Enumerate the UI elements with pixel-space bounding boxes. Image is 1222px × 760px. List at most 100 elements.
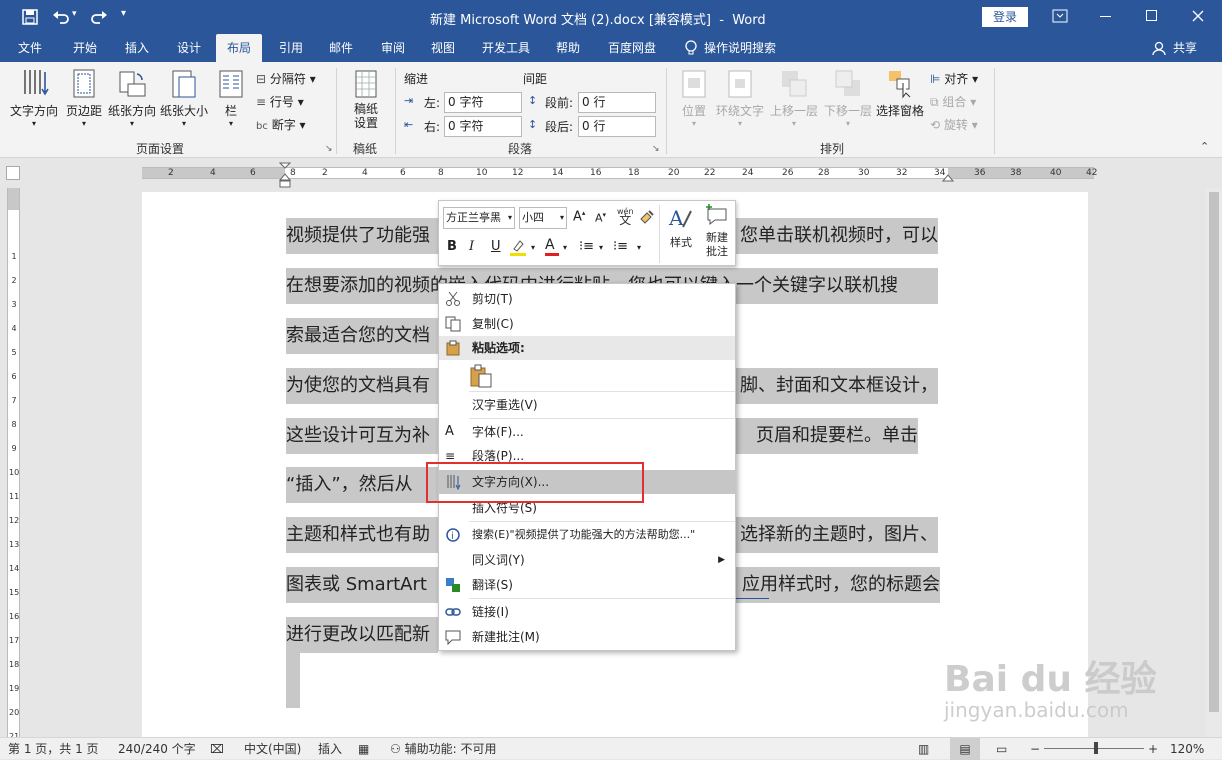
line-numbers-button[interactable]: ≡ 行号 ▾ xyxy=(256,91,304,113)
undo-icon[interactable] xyxy=(52,9,70,25)
bullets-dropdown-icon[interactable]: ▾ xyxy=(599,243,603,252)
vertical-scrollbar[interactable] xyxy=(1206,188,1222,737)
font-color-button[interactable]: A xyxy=(545,237,559,256)
bullets-icon[interactable]: ⁝≡ xyxy=(579,239,594,254)
tab-mailings[interactable]: 邮件 xyxy=(318,34,364,62)
login-button[interactable]: 登录 xyxy=(982,7,1028,27)
document-line[interactable]: “插入”，然后从 xyxy=(286,467,438,503)
selection-pane-button[interactable]: 选择窗格 xyxy=(874,66,926,132)
columns-button[interactable]: 栏 ▾ xyxy=(214,66,248,132)
tab-help[interactable]: 帮助 xyxy=(546,34,590,62)
share-button[interactable]: 共享 xyxy=(1170,34,1200,62)
zoom-in-icon[interactable]: + xyxy=(1148,738,1158,760)
highlight-dropdown-icon[interactable]: ▾ xyxy=(531,243,535,252)
format-painter-icon[interactable] xyxy=(639,209,655,225)
menu-item-translate[interactable]: 翻译(S) xyxy=(439,573,735,597)
document-line[interactable]: 索最适合您的文档 xyxy=(286,318,438,354)
align-button[interactable]: ⊫ 对齐 ▾ xyxy=(930,68,978,90)
menu-item-new-comment[interactable]: 新建批注(M) xyxy=(439,625,735,649)
font-name-select[interactable]: 方正兰亭黑 ▾ xyxy=(443,207,515,229)
bring-forward-button[interactable]: 上移一层 ▾ xyxy=(768,66,820,132)
numbering-dropdown-icon[interactable]: ▾ xyxy=(637,243,641,252)
font-size-select[interactable]: 小四 ▾ xyxy=(519,207,567,229)
ribbon-display-options-icon[interactable] xyxy=(1052,9,1068,23)
margins-button[interactable]: 页边距 ▾ xyxy=(62,66,106,132)
read-mode-icon[interactable]: ▥ xyxy=(918,738,929,760)
tab-layout[interactable]: 布局 xyxy=(216,34,262,62)
tab-insert[interactable]: 插入 xyxy=(114,34,160,62)
word-count[interactable]: 240/240 个字 xyxy=(118,738,196,760)
tab-developer[interactable]: 开发工具 xyxy=(474,34,538,62)
font-color-dropdown-icon[interactable]: ▾ xyxy=(563,243,567,252)
highlight-icon[interactable] xyxy=(509,239,527,257)
maximize-icon[interactable] xyxy=(1146,10,1157,21)
insert-mode[interactable]: 插入 xyxy=(318,738,342,760)
zoom-out-icon[interactable]: − xyxy=(1030,738,1040,760)
menu-item-search[interactable]: i 搜索(E)"视频提供了功能强大的方法帮助您..." xyxy=(439,523,735,547)
numbering-icon[interactable]: ⁝≡ xyxy=(613,239,628,254)
group-button[interactable]: ⧉ 组合 ▾ xyxy=(930,91,976,113)
size-button[interactable]: 纸张大小 ▾ xyxy=(158,66,210,132)
text-direction-button[interactable]: 文字方向 ▾ xyxy=(8,66,60,132)
tab-review[interactable]: 审阅 xyxy=(370,34,416,62)
menu-item-synonyms[interactable]: 同义词(Y) ▶ xyxy=(439,548,735,572)
wrap-text-button[interactable]: 环绕文字 ▾ xyxy=(714,66,766,132)
tab-home[interactable]: 开始 xyxy=(62,34,108,62)
page-count[interactable]: 第 1 页，共 1 页 xyxy=(8,738,99,760)
scrollbar-thumb[interactable] xyxy=(1209,192,1219,712)
space-before-input[interactable]: 0 行 xyxy=(578,92,656,113)
orientation-button[interactable]: 纸张方向 ▾ xyxy=(106,66,158,132)
collapse-ribbon-icon[interactable]: ⌃ xyxy=(1200,140,1209,153)
redo-icon[interactable] xyxy=(90,9,108,25)
zoom-level[interactable]: 120% xyxy=(1170,738,1204,760)
tab-baidu-netdisk[interactable]: 百度网盘 xyxy=(600,34,664,62)
menu-item-link[interactable]: 链接(I) xyxy=(439,600,735,624)
macro-icon[interactable]: ▦ xyxy=(358,738,369,760)
paragraph-launcher-icon[interactable]: ↘ xyxy=(652,144,660,154)
hyphenation-button[interactable]: bc 断字 ▾ xyxy=(256,114,306,136)
breaks-button[interactable]: ⊟ 分隔符 ▾ xyxy=(256,68,316,90)
space-after-input[interactable]: 0 行 xyxy=(578,116,656,137)
minimize-icon[interactable] xyxy=(1100,16,1111,17)
tab-view[interactable]: 视图 xyxy=(420,34,466,62)
page-setup-launcher-icon[interactable]: ↘ xyxy=(325,144,333,154)
indent-left-input[interactable]: 0 字符 xyxy=(444,92,522,113)
accessibility-status[interactable]: ⚇ 辅助功能: 不可用 xyxy=(390,738,496,760)
menu-item-font[interactable]: A 字体(F)... xyxy=(439,420,735,444)
right-indent-marker-icon[interactable] xyxy=(942,174,954,182)
indent-marker-icon[interactable] xyxy=(279,162,291,188)
vertical-ruler[interactable]: 123456789101112131415161718192021 xyxy=(0,188,26,741)
menu-item-cut[interactable]: 剪切(T) xyxy=(439,287,735,311)
italic-button[interactable]: I xyxy=(469,239,474,254)
tab-design[interactable]: 设计 xyxy=(166,34,212,62)
web-layout-icon[interactable]: ▭ xyxy=(996,738,1007,760)
styles-button[interactable]: A 样式 xyxy=(663,205,699,250)
manuscript-settings-button[interactable]: 稿纸设置 xyxy=(344,66,388,132)
send-backward-button[interactable]: 下移一层 ▾ xyxy=(822,66,874,132)
zoom-slider-thumb[interactable] xyxy=(1094,742,1098,754)
undo-dropdown-icon[interactable]: ▾ xyxy=(72,9,77,19)
print-layout-icon[interactable]: ▤ xyxy=(950,738,980,760)
document-line[interactable]: 进行更改以匹配新 xyxy=(286,617,438,653)
menu-item-copy[interactable]: 复制(C) xyxy=(439,312,735,336)
horizontal-ruler[interactable]: 2 4 6 8 2 4 6 8 10 12 14 16 18 20 22 24 26 28 30 32 34 36 38 40… xyxy=(0,158,1222,188)
shrink-font-icon[interactable]: A▾ xyxy=(595,211,606,225)
tab-file[interactable]: 文件 xyxy=(8,34,52,62)
bold-button[interactable]: B xyxy=(447,239,457,254)
rotate-button[interactable]: ⟲ 旋转 ▾ xyxy=(930,114,978,136)
tab-references[interactable]: 引用 xyxy=(268,34,314,62)
menu-item-reconvert[interactable]: 汉字重选(V) xyxy=(439,393,735,417)
phonetic-guide-icon[interactable]: wén 文 xyxy=(617,207,634,226)
indent-right-input[interactable]: 0 字符 xyxy=(444,116,522,137)
proofing-icon[interactable]: ⌧ xyxy=(210,738,224,760)
paste-keep-text-icon[interactable] xyxy=(469,364,493,388)
language[interactable]: 中文(中国) xyxy=(244,738,301,760)
position-button[interactable]: 位置 ▾ xyxy=(676,66,712,132)
new-comment-button[interactable]: 新建 批注 xyxy=(701,203,733,259)
close-icon[interactable] xyxy=(1192,10,1204,22)
customize-qat-icon[interactable]: ▾ xyxy=(121,8,126,19)
tell-me-search[interactable]: 操作说明搜索 xyxy=(704,34,790,62)
underline-button[interactable]: U xyxy=(491,239,501,254)
grow-font-icon[interactable]: A▴ xyxy=(573,209,585,224)
save-icon[interactable] xyxy=(22,9,38,25)
